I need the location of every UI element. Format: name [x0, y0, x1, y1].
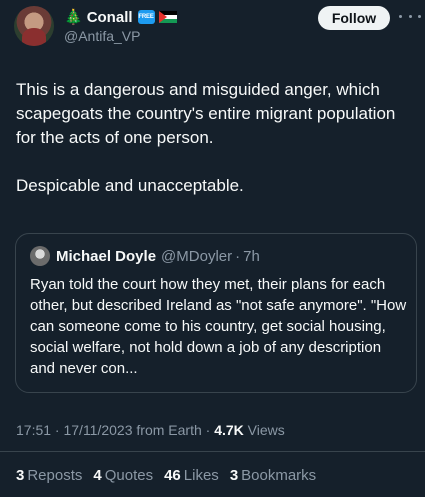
quoted-tweet[interactable]: Michael Doyle @MDoyler · 7h Ryan told th…: [15, 233, 417, 393]
bookmarks-count: 3: [229, 467, 239, 484]
likes-label: Likes: [183, 467, 219, 484]
quoted-author-avatar: [30, 246, 50, 266]
more-options-icon[interactable]: [399, 10, 421, 22]
separator-dot: ·: [235, 247, 241, 265]
bookmarks-stat[interactable]: 3 Bookmarks: [230, 467, 316, 484]
bookmarks-label: Bookmarks: [241, 467, 317, 484]
author-display-name[interactable]: Conall: [87, 9, 133, 26]
author-name-row: 🎄 Conall FREE: [64, 6, 177, 28]
likes-count: 46: [164, 467, 181, 484]
quoted-tweet-text: Ryan told the court how they met, their …: [30, 276, 407, 377]
reposts-count: 3: [16, 467, 25, 484]
tweet-meta: 17:51 · 17/11/2023 from Earth · 4.7K Vie…: [16, 422, 285, 438]
tweet-timestamp[interactable]: 17:51 · 17/11/2023 from Earth ·: [16, 422, 210, 438]
views-count: 4.7K: [214, 422, 244, 438]
reposts-label: Reposts: [27, 467, 83, 484]
quoted-author-name: Michael Doyle: [56, 247, 157, 265]
christmas-tree-icon: 🎄: [64, 8, 83, 26]
tweet-text: This is a dangerous and misguided anger,…: [16, 80, 396, 195]
free-badge: FREE: [137, 10, 155, 24]
quotes-label: Quotes: [104, 467, 154, 484]
more-dot-icon: [399, 14, 402, 18]
views-label: Views: [247, 422, 285, 438]
author-avatar[interactable]: [14, 6, 54, 46]
quoted-tweet-time: 7h: [243, 247, 260, 265]
quotes-count: 4: [93, 467, 102, 484]
author-handle[interactable]: @Antifa_VP: [64, 28, 140, 44]
palestine-flag-icon: [158, 11, 177, 23]
follow-button[interactable]: Follow: [318, 6, 390, 30]
likes-stat[interactable]: 46 Likes: [164, 467, 219, 484]
more-dot-icon: [418, 14, 421, 18]
tweet-card: 🎄 Conall FREE @Antifa_VP Follow This is …: [0, 0, 425, 497]
reposts-stat[interactable]: 3 Reposts: [16, 467, 82, 484]
quoted-tweet-header: Michael Doyle @MDoyler · 7h: [30, 246, 260, 266]
divider: [0, 451, 425, 452]
quotes-stat[interactable]: 4 Quotes: [93, 467, 153, 484]
more-dot-icon: [408, 14, 412, 18]
engagement-stats: 3 Reposts 4 Quotes 46 Likes 3 Bookmarks: [16, 467, 327, 484]
quoted-author-handle: @MDoyler: [161, 247, 233, 265]
